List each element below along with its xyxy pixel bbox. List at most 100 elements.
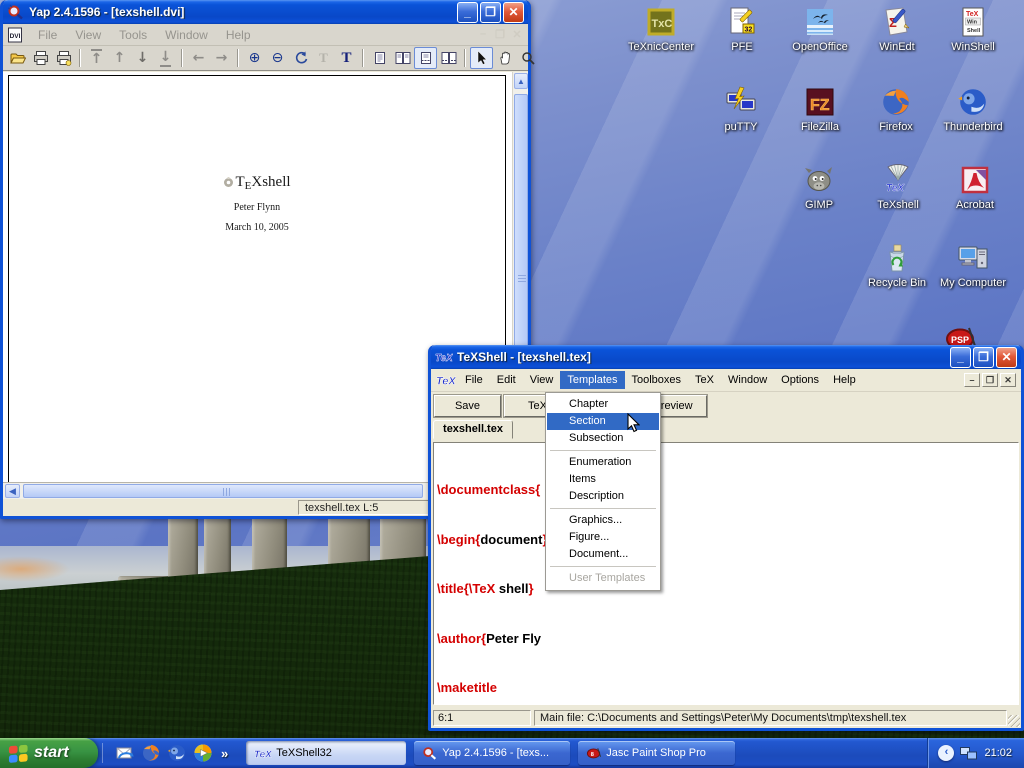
svg-text:TeX: TeX (436, 376, 456, 388)
menu-options[interactable]: Options (774, 371, 826, 389)
network-status-icon[interactable] (960, 746, 978, 761)
mdi-restore-icon[interactable]: ❐ (493, 28, 507, 41)
desktop-icon-texshell[interactable]: TeX TeXshell (860, 162, 936, 211)
desktop-icon-gimp[interactable]: GIMP (781, 164, 857, 211)
desktop-icon-filezilla[interactable]: FZ FileZilla (782, 86, 858, 133)
desktop-icon-thunderbird[interactable]: Thunderbird (935, 86, 1011, 133)
editor-area[interactable]: \documentclass{ \begin{document} \title{… (433, 442, 1019, 705)
yap-close-button[interactable]: ✕ (503, 2, 524, 23)
desktop-icon-openoffice[interactable]: OpenOffice (782, 6, 858, 53)
save-button[interactable]: Save (434, 395, 501, 417)
toolbar-separator (362, 49, 364, 67)
tab-texshell-tex[interactable]: texshell.tex (433, 420, 513, 439)
menu-templates[interactable]: Templates (560, 371, 624, 389)
menu-item-section[interactable]: Section (547, 413, 659, 430)
chevron-expand-icon[interactable]: » (219, 746, 230, 761)
svg-text:TxC: TxC (652, 18, 673, 30)
open-file-button[interactable] (6, 47, 29, 69)
last-page-button[interactable]: ↓ (154, 47, 177, 69)
yap-menu-view[interactable]: View (66, 28, 110, 42)
horizontal-scrollbar-thumb[interactable] (23, 484, 423, 498)
mdi-close-icon[interactable]: ✕ (510, 28, 524, 41)
desktop-icon-putty[interactable]: puTTY (703, 86, 779, 133)
print-button[interactable] (29, 47, 52, 69)
menu-item-document[interactable]: Document... (547, 546, 659, 563)
desktop-icon-winshell[interactable]: TeXWinShell WinShell (935, 6, 1011, 53)
texshell-minimize-button[interactable]: _ (950, 347, 971, 368)
svg-text:TeX: TeX (966, 11, 979, 18)
menu-file[interactable]: File (458, 371, 490, 389)
yap-menu-file[interactable]: File (29, 28, 66, 42)
first-page-button[interactable]: ↑ (85, 47, 108, 69)
continuous-facing-view-button[interactable] (437, 47, 460, 69)
print-page-button[interactable] (52, 47, 75, 69)
taskbar-task-paint-shop-pro[interactable]: 8 Jasc Paint Shop Pro (578, 741, 735, 765)
svg-text:DVI: DVI (10, 33, 21, 40)
svg-text:PSP: PSP (951, 335, 969, 345)
menu-window[interactable]: Window (721, 371, 774, 389)
outlook-express-icon[interactable] (115, 743, 135, 763)
menu-view[interactable]: View (523, 371, 561, 389)
texshell-maximize-button[interactable]: ❐ (973, 347, 994, 368)
menu-toolboxes[interactable]: Toolboxes (625, 371, 689, 389)
desktop-icon-label: TeXshell (860, 199, 936, 211)
menu-item-graphics[interactable]: Graphics... (547, 512, 659, 529)
forward-button[interactable]: → (210, 47, 233, 69)
menu-item-items[interactable]: Items (547, 471, 659, 488)
thunderbird-icon[interactable] (167, 743, 187, 763)
document-date: March 10, 2005 (9, 222, 505, 233)
menu-item-subsection[interactable]: Subsection (547, 430, 659, 447)
hand-tool-button[interactable] (493, 47, 516, 69)
desktop-icon-label: My Computer (935, 277, 1011, 289)
menu-help[interactable]: Help (826, 371, 863, 389)
desktop-icon-pfe[interactable]: 32 PFE (704, 6, 780, 53)
desktop-icon-recycle-bin[interactable]: Recycle Bin (859, 242, 935, 289)
refresh-button[interactable] (289, 47, 312, 69)
single-page-view-button[interactable] (368, 47, 391, 69)
menu-edit[interactable]: Edit (490, 371, 523, 389)
scroll-up-button[interactable]: ▲ (514, 73, 528, 89)
yap-menu-window[interactable]: Window (156, 28, 217, 42)
menu-item-figure[interactable]: Figure... (547, 529, 659, 546)
texshell-titlebar[interactable]: TeX TeXShell - [texshell.tex] _ ❐ ✕ (431, 345, 1021, 369)
desktop-icon-my-computer[interactable]: My Computer (935, 242, 1011, 289)
menu-tex[interactable]: TeX (688, 371, 721, 389)
firefox-icon[interactable] (141, 743, 161, 763)
yap-menu-help[interactable]: Help (217, 28, 260, 42)
menu-item-user-templates[interactable]: User Templates (547, 570, 659, 587)
select-tool-button[interactable] (470, 47, 493, 69)
zoom-out-button[interactable]: ⊖ (266, 47, 289, 69)
menu-item-chapter[interactable]: Chapter (547, 396, 659, 413)
desktop-icon-winedt[interactable]: Σ WinEdt (859, 6, 935, 53)
ruler-tool-button[interactable]: T (312, 47, 335, 69)
yap-titlebar[interactable]: Yap 2.4.1596 - [texshell.dvi] _ ❐ ✕ (3, 0, 528, 24)
mdi-minimize-icon[interactable]: – (964, 373, 980, 387)
tray-collapse-icon[interactable]: ‹ (938, 745, 954, 761)
start-button[interactable]: start (0, 738, 98, 768)
desktop-icon-acrobat[interactable]: Acrobat (937, 164, 1013, 211)
facing-pages-view-button[interactable] (391, 47, 414, 69)
desktop-icon-firefox[interactable]: Firefox (858, 86, 934, 133)
desktop-icon-texniccenter[interactable]: TxC TeXnicCenter (623, 6, 699, 53)
previous-page-button[interactable]: ↑ (108, 47, 131, 69)
taskbar-task-yap[interactable]: Yap 2.4.1596 - [texs... (414, 741, 570, 765)
zoom-in-button[interactable]: ⊕ (243, 47, 266, 69)
mdi-restore-icon[interactable]: ❐ (982, 373, 998, 387)
back-button[interactable]: ← (187, 47, 210, 69)
media-player-icon[interactable] (193, 743, 213, 763)
continuous-view-button[interactable] (414, 47, 437, 69)
menu-item-description[interactable]: Description (547, 488, 659, 505)
scroll-left-button[interactable]: ◀ (5, 484, 20, 498)
texshell-close-button[interactable]: ✕ (996, 347, 1017, 368)
text-tool-button[interactable]: T (335, 47, 358, 69)
menu-item-enumeration[interactable]: Enumeration (547, 454, 659, 471)
resize-grip[interactable] (1008, 715, 1020, 727)
mdi-minimize-icon[interactable]: – (476, 28, 490, 41)
magnifier-tool-button[interactable] (516, 47, 539, 69)
yap-menu-tools[interactable]: Tools (110, 28, 156, 42)
next-page-button[interactable]: ↓ (131, 47, 154, 69)
mdi-close-icon[interactable]: ✕ (1000, 373, 1016, 387)
yap-maximize-button[interactable]: ❐ (480, 2, 501, 23)
yap-minimize-button[interactable]: _ (457, 2, 478, 23)
taskbar-task-texshell32[interactable]: TeX TeXShell32 (246, 741, 406, 765)
